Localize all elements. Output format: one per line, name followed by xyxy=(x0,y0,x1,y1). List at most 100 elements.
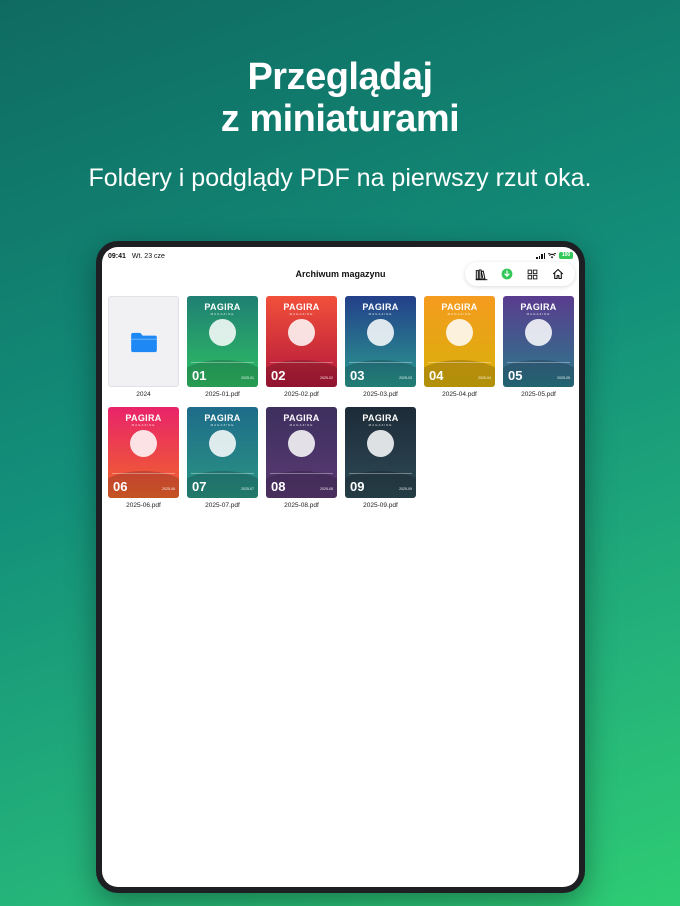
file-name: 2025-06.pdf xyxy=(126,502,161,509)
home-button[interactable] xyxy=(549,265,567,283)
grid-view-button[interactable] xyxy=(524,265,542,283)
issue-date: 2025-03 xyxy=(399,376,412,380)
cover-brand: PAGIRA xyxy=(283,302,320,312)
pdf-tile[interactable]: PAGIRA MAGAZINE 06 2025-06 2025-06.pdf xyxy=(108,407,179,509)
cover-subtitle: MAGAZINE xyxy=(289,312,314,316)
tablet-frame: 09:41 Wt. 23 cze 100 Archiwum magazynu 2… xyxy=(96,241,585,893)
pdf-tile[interactable]: PAGIRA MAGAZINE 01 2025-01 2025-01.pdf xyxy=(187,296,258,398)
pdf-thumbnail[interactable]: PAGIRA MAGAZINE 08 2025-08 xyxy=(266,407,337,498)
pdf-thumbnail[interactable]: PAGIRA MAGAZINE 01 2025-01 xyxy=(187,296,258,387)
headline-line-2: z miniaturami xyxy=(220,98,460,140)
cover-sun-graphic xyxy=(209,319,236,346)
file-name: 2025-02.pdf xyxy=(284,391,319,398)
cover-subtitle: MAGAZINE xyxy=(368,423,393,427)
pdf-thumbnail[interactable]: PAGIRA MAGAZINE 05 2025-05 xyxy=(503,296,574,387)
pdf-thumbnail[interactable]: PAGIRA MAGAZINE 02 2025-02 xyxy=(266,296,337,387)
subheadline: Foldery i podglądy PDF na pierwszy rzut … xyxy=(88,164,592,192)
cover-subtitle: MAGAZINE xyxy=(368,312,393,316)
cover-divider xyxy=(428,362,491,363)
issue-number: 08 xyxy=(271,479,286,494)
cover-divider xyxy=(112,473,175,474)
cover-divider xyxy=(507,362,570,363)
file-name: 2025-01.pdf xyxy=(205,391,240,398)
issue-date: 2025-07 xyxy=(241,487,254,491)
cover-subtitle: MAGAZINE xyxy=(289,423,314,427)
pdf-thumbnail[interactable]: PAGIRA MAGAZINE 06 2025-06 xyxy=(108,407,179,498)
issue-number: 02 xyxy=(271,368,286,383)
cover-divider xyxy=(191,362,254,363)
cover-brand: PAGIRA xyxy=(362,302,399,312)
issue-date: 2025-09 xyxy=(399,487,412,491)
pdf-thumbnail[interactable]: PAGIRA MAGAZINE 04 2025-04 xyxy=(424,296,495,387)
file-name: 2025-08.pdf xyxy=(284,502,319,509)
library-button[interactable] xyxy=(473,265,491,283)
pdf-thumbnail[interactable]: PAGIRA MAGAZINE 09 2025-09 xyxy=(345,407,416,498)
issue-number: 01 xyxy=(192,368,207,383)
wifi-icon xyxy=(548,252,556,258)
cover-brand: PAGIRA xyxy=(204,302,241,312)
folder-icon xyxy=(130,332,157,352)
pdf-tile[interactable]: PAGIRA MAGAZINE 09 2025-09 2025-09.pdf xyxy=(345,407,416,509)
cover-subtitle: MAGAZINE xyxy=(447,312,472,316)
download-icon xyxy=(501,268,513,280)
cover-divider xyxy=(270,362,333,363)
pdf-tile[interactable]: PAGIRA MAGAZINE 05 2025-05 2025-05.pdf xyxy=(503,296,574,398)
pdf-thumbnail[interactable]: PAGIRA MAGAZINE 07 2025-07 xyxy=(187,407,258,498)
headline: Przeglądaj z miniaturami xyxy=(0,56,680,140)
cover-sun-graphic xyxy=(367,319,394,346)
cover-divider xyxy=(191,473,254,474)
cover-sun-graphic xyxy=(288,430,315,457)
pdf-thumbnail[interactable]: PAGIRA MAGAZINE 03 2025-03 xyxy=(345,296,416,387)
pdf-tile[interactable]: PAGIRA MAGAZINE 04 2025-04 2025-04.pdf xyxy=(424,296,495,398)
issue-number: 06 xyxy=(113,479,128,494)
tablet-screen: 09:41 Wt. 23 cze 100 Archiwum magazynu 2… xyxy=(102,247,579,887)
folder-label: 2024 xyxy=(136,391,151,398)
file-name: 2025-07.pdf xyxy=(205,502,240,509)
cover-subtitle: MAGAZINE xyxy=(131,423,156,427)
issue-date: 2025-06 xyxy=(162,487,175,491)
file-name: 2025-05.pdf xyxy=(521,391,556,398)
cover-brand: PAGIRA xyxy=(283,413,320,423)
battery-icon: 100 xyxy=(559,252,573,259)
folder-thumbnail[interactable] xyxy=(108,296,179,387)
issue-number: 03 xyxy=(350,368,365,383)
issue-date: 2025-04 xyxy=(478,376,491,380)
cover-subtitle: MAGAZINE xyxy=(526,312,551,316)
cover-sun-graphic xyxy=(209,430,236,457)
file-name: 2025-09.pdf xyxy=(363,502,398,509)
cover-sun-graphic xyxy=(367,430,394,457)
cover-sun-graphic xyxy=(525,319,552,346)
grid-view-icon xyxy=(527,269,538,279)
file-name: 2025-04.pdf xyxy=(442,391,477,398)
pdf-tile[interactable]: PAGIRA MAGAZINE 02 2025-02 2025-02.pdf xyxy=(266,296,337,398)
pdf-tile[interactable]: PAGIRA MAGAZINE 07 2025-07 2025-07.pdf xyxy=(187,407,258,509)
home-icon xyxy=(553,268,564,280)
cover-brand: PAGIRA xyxy=(125,413,162,423)
pdf-tile[interactable]: PAGIRA MAGAZINE 03 2025-03 2025-03.pdf xyxy=(345,296,416,398)
cover-brand: PAGIRA xyxy=(362,413,399,423)
status-time: 09:41 xyxy=(108,253,126,260)
cover-sun-graphic xyxy=(446,319,473,346)
cover-brand: PAGIRA xyxy=(520,302,557,312)
library-icon xyxy=(475,268,488,280)
download-button[interactable] xyxy=(498,265,516,283)
headline-line-1: Przeglądaj xyxy=(247,56,433,98)
toolbar xyxy=(465,262,575,286)
issue-date: 2025-02 xyxy=(320,376,333,380)
issue-number: 05 xyxy=(508,368,523,383)
folder-tile[interactable]: 2024 xyxy=(108,296,179,398)
status-date: Wt. 23 cze xyxy=(131,253,165,260)
cover-subtitle: MAGAZINE xyxy=(210,423,235,427)
issue-date: 2025-05 xyxy=(557,376,570,380)
issue-date: 2025-01 xyxy=(241,376,254,380)
cellular-signal-icon xyxy=(536,252,545,259)
issue-number: 07 xyxy=(192,479,207,494)
cover-brand: PAGIRA xyxy=(441,302,478,312)
cover-brand: PAGIRA xyxy=(204,413,241,423)
cover-divider xyxy=(349,473,412,474)
file-name: 2025-03.pdf xyxy=(363,391,398,398)
cover-divider xyxy=(270,473,333,474)
cover-sun-graphic xyxy=(288,319,315,346)
cover-sun-graphic xyxy=(130,430,157,457)
pdf-tile[interactable]: PAGIRA MAGAZINE 08 2025-08 2025-08.pdf xyxy=(266,407,337,509)
